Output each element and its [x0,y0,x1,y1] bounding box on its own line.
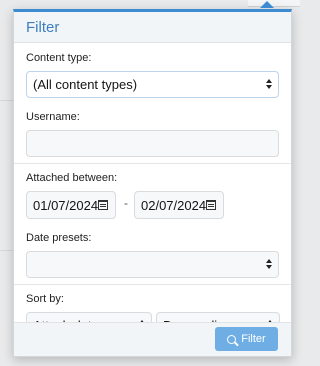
content-type-label: Content type: [26,52,92,64]
start-date-input[interactable]: 01/07/2024 [26,191,116,219]
date-range-separator: - [124,196,128,210]
background-toolbar [248,0,300,7]
search-icon [227,334,237,344]
popup-title: Filter [26,18,60,36]
username-input[interactable] [26,130,279,157]
content-type-value: (All content types) [33,77,138,92]
end-date-input[interactable]: 02/07/2024 [134,191,224,219]
popup-header: Filter [14,12,291,43]
username-label: Username: [26,111,80,123]
chevron-up-down-icon [266,258,272,270]
background-divider [0,250,13,251]
date-presets-select[interactable] [26,251,279,278]
start-date-value: 01/07/2024 [33,197,99,213]
sort-by-label: Sort by: [26,293,64,305]
popup-pointer [260,1,274,8]
attached-between-label: Attached between: [26,172,118,184]
filter-button[interactable]: Filter [215,327,278,351]
date-presets-label: Date presets: [26,232,92,244]
end-date-value: 02/07/2024 [141,197,207,213]
popup-footer: Filter [14,322,291,356]
chevron-up-down-icon [266,78,272,90]
filter-button-label: Filter [241,333,266,345]
content-type-select[interactable]: (All content types) [26,71,279,98]
calendar-icon[interactable] [98,200,108,210]
calendar-icon[interactable] [206,200,216,210]
background-divider [0,100,13,101]
filter-popup: Filter Content type: (All content types)… [13,9,292,357]
